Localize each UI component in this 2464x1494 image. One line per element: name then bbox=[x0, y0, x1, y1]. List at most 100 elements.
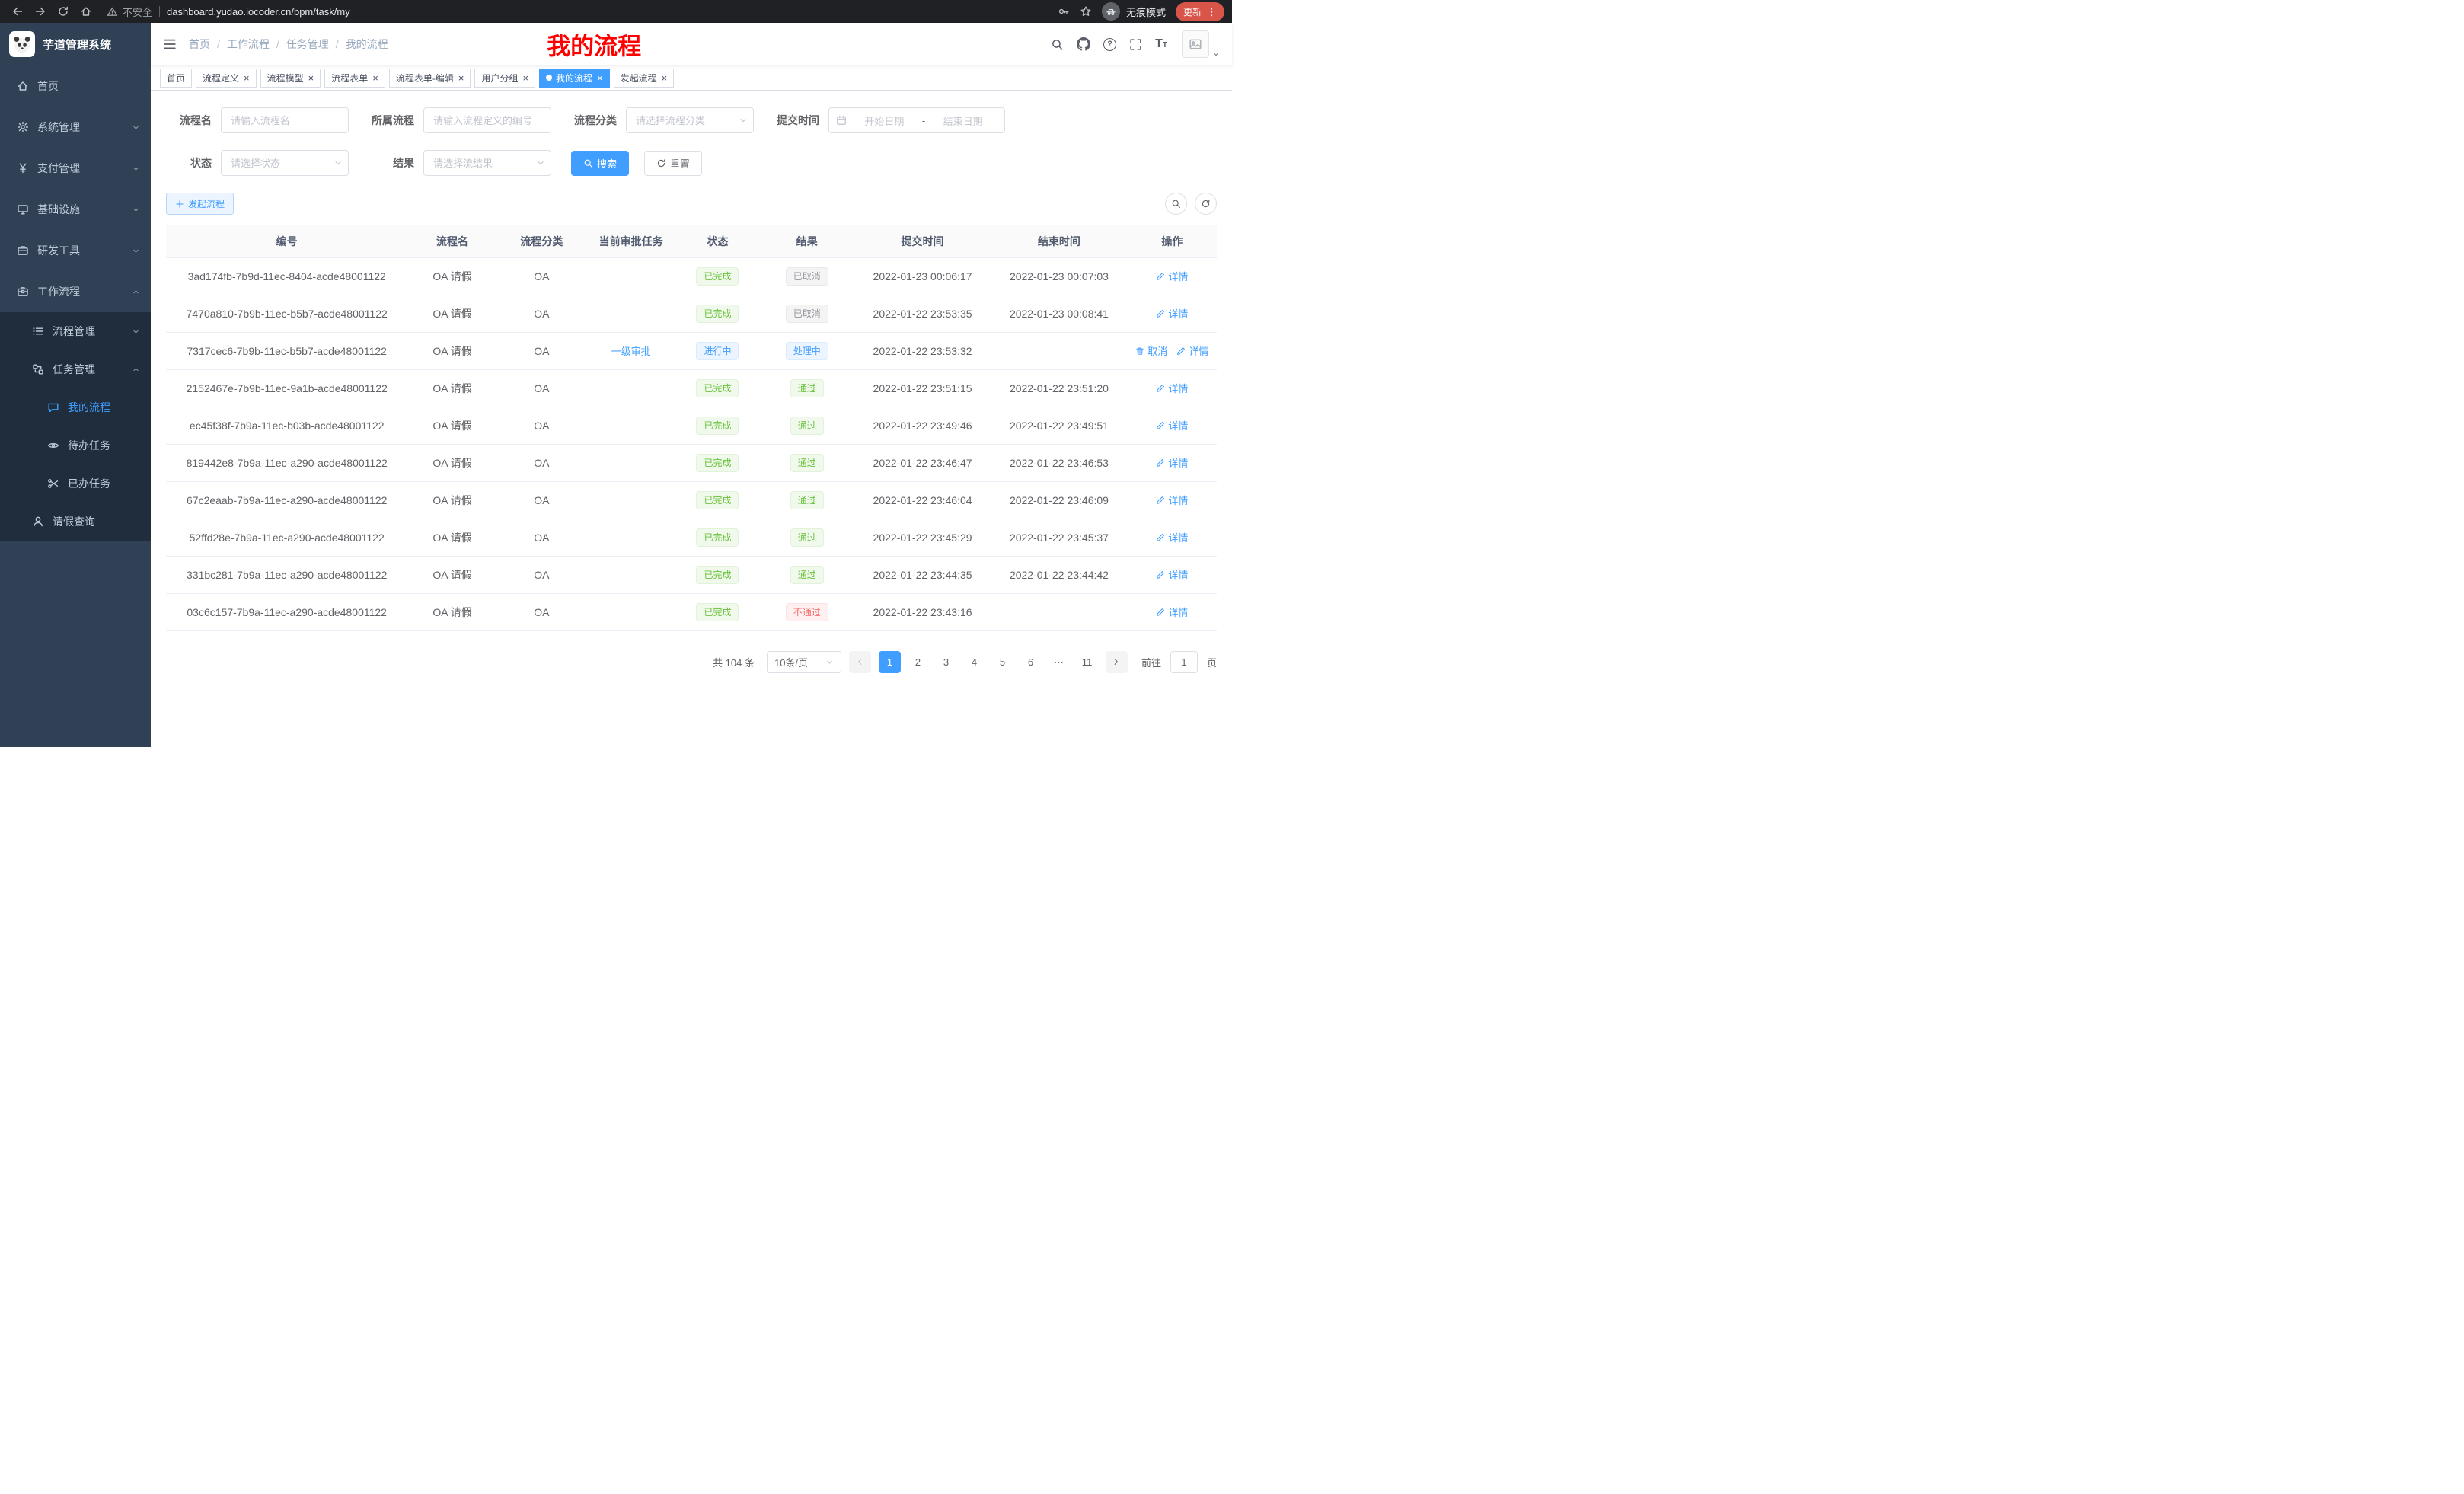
browser-forward-icon[interactable] bbox=[30, 2, 50, 21]
next-page-button[interactable] bbox=[1106, 651, 1128, 673]
page-number-2[interactable]: 2 bbox=[907, 651, 929, 673]
close-icon[interactable]: × bbox=[458, 73, 464, 83]
status-select-input[interactable] bbox=[221, 150, 349, 176]
detail-link[interactable]: 详情 bbox=[1156, 455, 1188, 470]
sidebar-item-my-process[interactable]: 我的流程 bbox=[0, 388, 151, 426]
toggle-search-button[interactable] bbox=[1165, 193, 1187, 215]
category-select[interactable] bbox=[626, 107, 754, 133]
cell-result: 通过 bbox=[760, 481, 854, 519]
sidebar-item-system[interactable]: 系统管理 bbox=[0, 107, 151, 148]
detail-link[interactable]: 详情 bbox=[1156, 567, 1188, 582]
detail-link[interactable]: 详情 bbox=[1156, 493, 1188, 507]
tab-label: 发起流程 bbox=[621, 72, 657, 85]
page-number-5[interactable]: 5 bbox=[991, 651, 1013, 673]
process-name-input[interactable] bbox=[221, 107, 349, 133]
hamburger-icon[interactable] bbox=[163, 37, 177, 51]
cell-name: OA 请假 bbox=[407, 444, 496, 481]
detail-link[interactable]: 详情 bbox=[1156, 269, 1188, 283]
close-icon[interactable]: × bbox=[522, 73, 528, 83]
refresh-button[interactable] bbox=[1195, 193, 1217, 215]
tab-home[interactable]: 首页 bbox=[160, 69, 192, 88]
active-tab-dot bbox=[546, 75, 552, 81]
cell-status: 已完成 bbox=[675, 444, 759, 481]
breadcrumb-item[interactable]: 工作流程 bbox=[227, 37, 270, 52]
detail-link[interactable]: 详情 bbox=[1156, 381, 1188, 395]
detail-link[interactable]: 详情 bbox=[1176, 343, 1208, 358]
cancel-link[interactable]: 取消 bbox=[1135, 343, 1167, 358]
sidebar-item-leave-query[interactable]: 请假查询 bbox=[0, 503, 151, 541]
user-menu[interactable] bbox=[1182, 30, 1220, 58]
page-number-6[interactable]: 6 bbox=[1020, 651, 1042, 673]
detail-link[interactable]: 详情 bbox=[1156, 418, 1188, 433]
tab-initiate-process[interactable]: 发起流程 × bbox=[614, 69, 675, 88]
browser-reload-icon[interactable] bbox=[53, 2, 73, 21]
sidebar-item-dev-tools[interactable]: 研发工具 bbox=[0, 230, 151, 271]
result-select[interactable] bbox=[423, 150, 551, 176]
table-row: 67c2eaab-7b9a-11ec-a290-acde48001122OA 请… bbox=[166, 481, 1217, 519]
breadcrumb-separator: / bbox=[336, 38, 339, 50]
detail-link[interactable]: 详情 bbox=[1156, 306, 1188, 321]
browser-update-button[interactable]: 更新 ⋮ bbox=[1176, 2, 1224, 21]
browser-menu-icon[interactable]: ⋮ bbox=[1207, 7, 1217, 17]
sidebar-item-process-management[interactable]: 流程管理 bbox=[0, 312, 151, 350]
github-icon[interactable] bbox=[1077, 37, 1090, 51]
close-icon[interactable]: × bbox=[244, 73, 250, 83]
task-link[interactable]: 一级审批 bbox=[611, 343, 651, 358]
tab-user-group[interactable]: 用户分组× bbox=[474, 69, 535, 88]
address-bar[interactable]: 不安全 dashboard.yudao.iocoder.cn/bpm/task/… bbox=[107, 5, 1055, 19]
cell-id: 03c6c157-7b9a-11ec-a290-acde48001122 bbox=[166, 593, 407, 630]
help-icon[interactable]: ? bbox=[1103, 38, 1116, 51]
sidebar-item-done-tasks[interactable]: 已办任务 bbox=[0, 464, 151, 503]
page-number-11[interactable]: 11 bbox=[1076, 651, 1098, 673]
close-icon[interactable]: × bbox=[372, 73, 378, 83]
page-size-select[interactable]: 10条/页 bbox=[767, 651, 841, 673]
result-select-input[interactable] bbox=[423, 150, 551, 176]
search-icon[interactable] bbox=[1051, 38, 1064, 51]
sidebar-item-todo-tasks[interactable]: 待办任务 bbox=[0, 426, 151, 464]
prev-page-button[interactable] bbox=[849, 651, 871, 673]
sidebar-item-infrastructure[interactable]: 基础设施 bbox=[0, 189, 151, 230]
password-key-icon[interactable] bbox=[1058, 5, 1070, 18]
sidebar-item-workflow[interactable]: 工作流程 bbox=[0, 271, 151, 312]
page-number-1[interactable]: 1 bbox=[879, 651, 901, 673]
fullscreen-icon[interactable] bbox=[1129, 38, 1142, 51]
goto-suffix: 页 bbox=[1207, 655, 1217, 669]
app-logo[interactable]: 芋道管理系统 bbox=[0, 23, 151, 65]
breadcrumb-item[interactable]: 首页 bbox=[189, 37, 210, 52]
browser-home-icon[interactable] bbox=[76, 2, 96, 21]
page-number-3[interactable]: 3 bbox=[935, 651, 957, 673]
bookmark-star-icon[interactable] bbox=[1080, 5, 1092, 18]
close-icon[interactable]: × bbox=[662, 73, 668, 83]
font-size-icon[interactable]: TT bbox=[1155, 38, 1167, 50]
security-warning[interactable]: 不安全 bbox=[107, 5, 152, 19]
initiate-process-button[interactable]: 发起流程 bbox=[166, 193, 234, 215]
close-icon[interactable]: × bbox=[308, 73, 314, 83]
process-definition-input[interactable] bbox=[423, 107, 551, 133]
page-number-4[interactable]: 4 bbox=[963, 651, 985, 673]
search-button[interactable]: 搜索 bbox=[571, 151, 629, 176]
app-title: 芋道管理系统 bbox=[43, 37, 111, 53]
reset-button[interactable]: 重置 bbox=[644, 151, 702, 176]
browser-back-icon[interactable] bbox=[8, 2, 27, 21]
category-select-input[interactable] bbox=[626, 107, 754, 133]
tab-process-form-edit[interactable]: 流程表单-编辑× bbox=[389, 69, 471, 88]
status-select[interactable] bbox=[221, 150, 349, 176]
sidebar-item-payment[interactable]: 支付管理 bbox=[0, 148, 151, 189]
tab-my-process[interactable]: 我的流程× bbox=[539, 69, 610, 88]
sidebar-item-task-management[interactable]: 任务管理 bbox=[0, 350, 151, 388]
detail-link[interactable]: 详情 bbox=[1156, 605, 1188, 619]
breadcrumb-item[interactable]: 任务管理 bbox=[286, 37, 329, 52]
detail-link[interactable]: 详情 bbox=[1156, 530, 1188, 544]
table-toolbar: 发起流程 bbox=[166, 193, 1217, 215]
tab-process-form[interactable]: 流程表单× bbox=[324, 69, 385, 88]
submit-time-range-picker[interactable]: 开始日期 - 结束日期 bbox=[828, 107, 1005, 133]
sidebar-item-home[interactable]: 首页 bbox=[0, 65, 151, 107]
close-icon[interactable]: × bbox=[597, 73, 603, 83]
sidebar-menu: 首页系统管理支付管理基础设施研发工具工作流程流程管理任务管理我的流程待办任务已办… bbox=[0, 65, 151, 541]
tab-label: 首页 bbox=[167, 72, 185, 85]
tab-process-model[interactable]: 流程模型× bbox=[260, 69, 321, 88]
result-badge: 已取消 bbox=[786, 267, 828, 286]
pagination-more[interactable]: ··· bbox=[1048, 651, 1070, 673]
tab-process-definition[interactable]: 流程定义× bbox=[196, 69, 257, 88]
goto-page-input[interactable] bbox=[1170, 651, 1198, 673]
